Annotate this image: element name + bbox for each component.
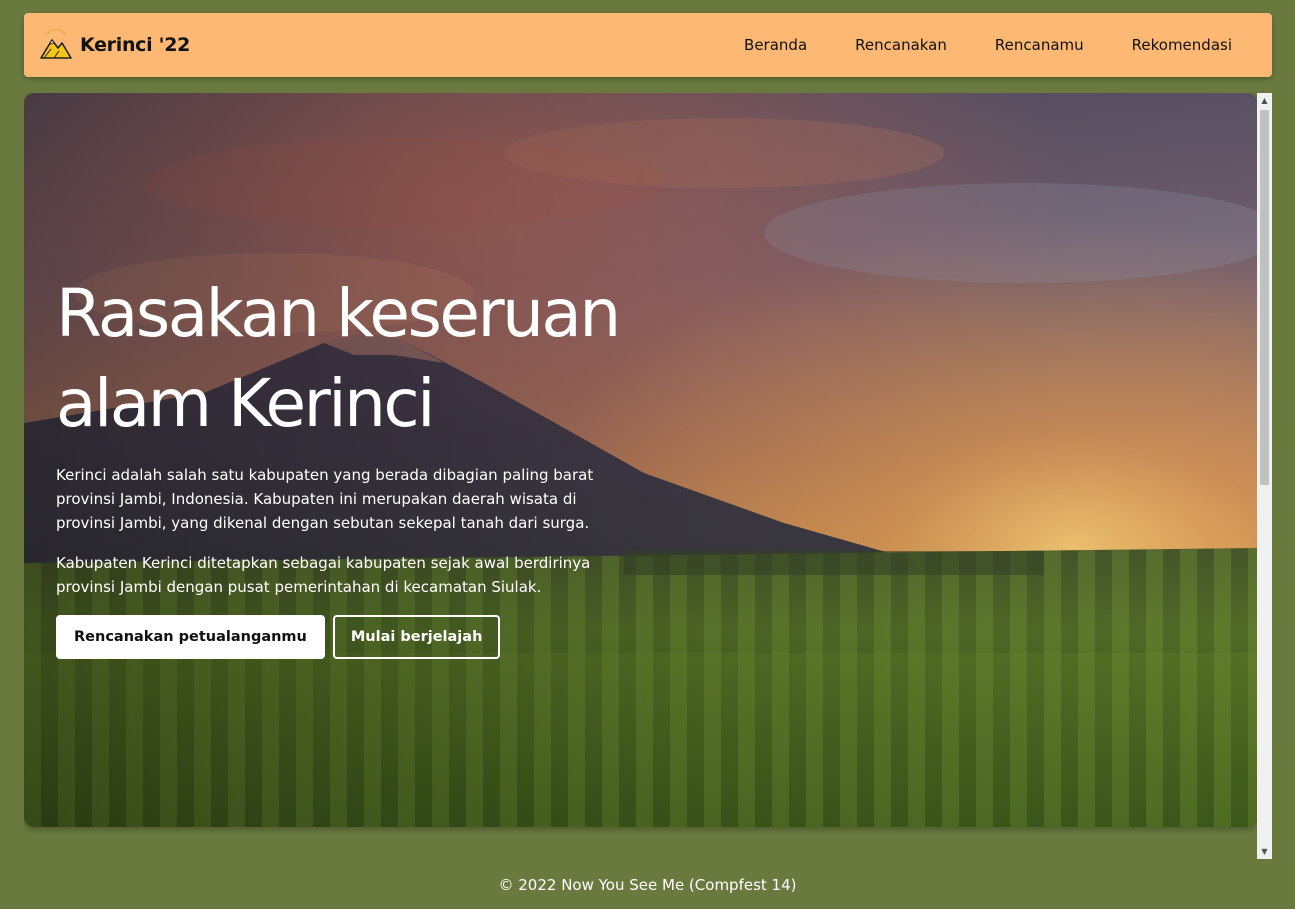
nav-link-rencanakan[interactable]: Rencanakan <box>831 36 971 54</box>
content-frame: Rasakan keseruan alam Kerinci Kerinci ad… <box>24 93 1272 859</box>
hero-paragraph-intro: Kerinci adalah salah satu kabupaten yang… <box>56 466 594 532</box>
nav-link-rekomendasi[interactable]: Rekomendasi <box>1108 36 1256 54</box>
plan-adventure-button[interactable]: Rencanakan petualanganmu <box>56 615 325 659</box>
scroll-up-arrow-icon[interactable]: ▲ <box>1257 93 1272 108</box>
brand[interactable]: Kerinci '22 <box>40 29 190 61</box>
nav-link-rencanamu[interactable]: Rencanamu <box>971 36 1108 54</box>
start-exploring-button[interactable]: Mulai berjelajah <box>332 615 501 659</box>
scroll-down-arrow-icon[interactable]: ▼ <box>1257 844 1272 859</box>
hero-content: Rasakan keseruan alam Kerinci Kerinci ad… <box>56 269 636 659</box>
kerinci-mountain-logo-icon <box>40 29 72 59</box>
footer-copyright: © 2022 Now You See Me (Compfest 14) <box>498 876 797 894</box>
hero-title: Rasakan keseruan alam Kerinci <box>56 269 636 449</box>
top-navbar: Kerinci '22 Beranda Rencanakan Rencanamu… <box>24 13 1272 77</box>
scrollbar-thumb[interactable] <box>1260 110 1269 485</box>
hero-buttons: Rencanakan petualanganmu Mulai berjelaja… <box>56 615 636 659</box>
hero-section: Rasakan keseruan alam Kerinci Kerinci ad… <box>24 93 1257 827</box>
brand-name: Kerinci '22 <box>80 34 191 56</box>
hero-title-line1: Rasakan keseruan <box>56 275 621 352</box>
nav-link-beranda[interactable]: Beranda <box>720 36 831 54</box>
vertical-scrollbar[interactable]: ▲ ▼ <box>1257 93 1272 859</box>
hero-title-line2: alam Kerinci <box>56 365 436 442</box>
hero-paragraph-history: Kabupaten Kerinci ditetapkan sebagai kab… <box>56 554 591 596</box>
nav-links: Beranda Rencanakan Rencanamu Rekomendasi <box>720 13 1256 77</box>
